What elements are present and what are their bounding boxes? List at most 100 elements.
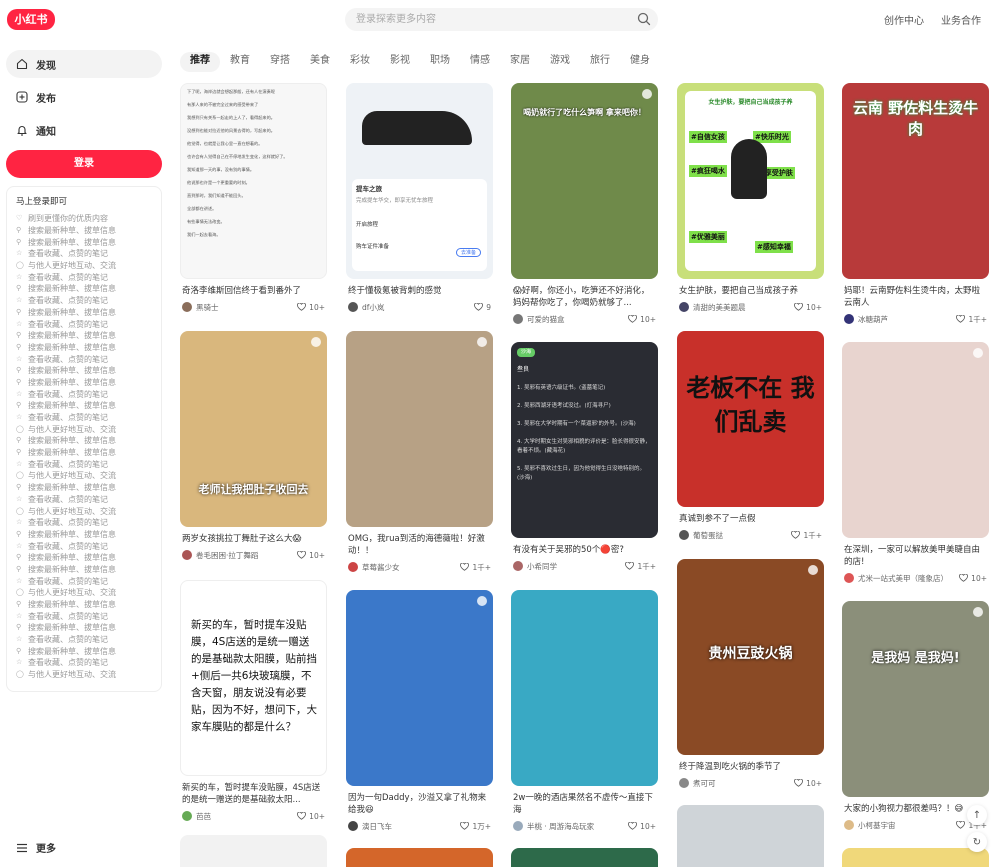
card-title[interactable]: 真诚到参不了一点假 — [677, 513, 824, 525]
app-logo[interactable]: 小红书 — [7, 9, 55, 30]
like-button[interactable]: 10+ — [297, 812, 325, 821]
tab-1[interactable]: 教育 — [220, 52, 260, 72]
feed-card[interactable]: 喝奶就行了吃什么笋啊 拿来吧你！ 😱好啊，你还小，吃笋还不好消化，妈妈帮你吃了，你… — [511, 83, 658, 325]
feed-card[interactable]: 女生护肤，要把自己当成孩子养 #自信女孩 #快乐时光 #疯狂喝水 #享受护肤 #优雅美丽 #… — [677, 83, 824, 313]
card-cover[interactable]: 贵州豆豉火锅 — [677, 559, 824, 755]
search-input[interactable] — [345, 8, 658, 31]
like-button[interactable]: 9 — [474, 303, 491, 312]
avatar[interactable] — [844, 573, 854, 583]
feed-card[interactable]: 沙海 叁良 1. 吴邪有英语六级证书。(盗墓笔记) 2. 吴邪西湖牙语考试没过。(灯海… — [511, 342, 658, 572]
card-author[interactable]: 冰糖葫芦 — [844, 314, 888, 325]
card-cover[interactable]: 老板不在 我们乱卖 — [677, 331, 824, 507]
feed-card[interactable]: 提车之旅 完成提车华交，即享无忧车旅程 开启旅程 购车证件准备 去准备终于懂极氪被背刺的… — [346, 83, 493, 313]
like-button[interactable]: 1千+ — [956, 314, 987, 325]
card-title[interactable]: 奇洛李维斯回信终于看到番外了 — [180, 285, 327, 297]
creator-center-link[interactable]: 创作中心 — [884, 12, 924, 27]
tab-4[interactable]: 彩妆 — [340, 52, 380, 72]
avatar[interactable] — [844, 820, 854, 830]
avatar[interactable] — [679, 530, 689, 540]
avatar[interactable] — [348, 821, 358, 831]
feed-card[interactable]: 在深圳，一家可以解放美甲美睫自由的店! 尤米一站式美甲（隆象店） 10+ — [842, 342, 989, 584]
card-cover[interactable]: 新买的车，暂时提车没贴膜，4S店送的是统一赠送的是基础款太阳膜，贴前挡+侧后一共… — [180, 580, 327, 776]
avatar[interactable] — [182, 550, 192, 560]
card-title[interactable]: 😱好啊，你还小，吃笋还不好消化，妈妈帮你吃了，你喝奶就够了... — [511, 285, 658, 309]
card-title[interactable]: 在深圳，一家可以解放美甲美睫自由的店! — [842, 544, 989, 568]
search-icon[interactable] — [636, 11, 652, 27]
card-author[interactable]: 煮可可 — [679, 778, 716, 789]
like-button[interactable]: 10+ — [297, 551, 325, 560]
card-cover[interactable]: 下了呢，海岸边就会想起那般，还有人在演奏呢 有那人来的不被完全过来的感受带来了 我想… — [180, 83, 327, 279]
like-button[interactable]: 10+ — [628, 315, 656, 324]
card-author[interactable]: 卷毛困困·拉丁舞蹈 — [182, 550, 258, 561]
avatar[interactable] — [844, 314, 854, 324]
avatar[interactable] — [679, 302, 689, 312]
like-button[interactable]: 1千+ — [625, 561, 656, 572]
refresh-button[interactable]: ↻ — [967, 832, 987, 852]
tab-5[interactable]: 影视 — [380, 52, 420, 72]
sidebar-item-discover[interactable]: 发现 — [6, 50, 162, 78]
avatar[interactable] — [679, 778, 689, 788]
card-cover[interactable] — [511, 590, 658, 786]
login-button[interactable]: 登录 — [6, 150, 162, 178]
back-to-top-button[interactable]: ↑ — [967, 805, 987, 825]
card-author[interactable]: 清甜的美美题晨 — [679, 302, 746, 313]
card-author[interactable]: 葡萄蛋挞 — [679, 530, 723, 541]
card-title[interactable]: 有没有关于吴邪的50个🔴密? — [511, 544, 658, 556]
feed-card-partial[interactable] — [842, 848, 989, 867]
tab-10[interactable]: 旅行 — [580, 52, 620, 72]
feed-card[interactable]: 新买的车，暂时提车没贴膜，4S店送的是统一赠送的是基础款太阳膜，贴前挡+侧后一共… — [180, 580, 327, 822]
card-author[interactable]: 芭芭 — [182, 811, 211, 822]
feed-card[interactable]: 云南 野佐料生烫牛肉妈耶！云南野佐料生烫牛肉，太野啦云南人冰糖葫芦 1千+ — [842, 83, 989, 325]
feed-card[interactable]: OMG，我rua到活的海德薇啦！好激动！！ 草莓酱少女 1千+ — [346, 331, 493, 573]
feed-card-partial[interactable] — [511, 848, 658, 867]
card-author[interactable]: 演日飞车 — [348, 821, 392, 832]
like-button[interactable]: 10+ — [959, 574, 987, 583]
business-link[interactable]: 业务合作 — [941, 12, 981, 27]
avatar[interactable] — [513, 561, 523, 571]
feed-card[interactable]: 是我妈 是我妈! 大家的小狗视力都很差吗？！😅 小柯基宇宙 1千+ — [842, 601, 989, 831]
feed-card-partial[interactable] — [180, 835, 327, 867]
avatar[interactable] — [513, 314, 523, 324]
like-button[interactable]: 1千+ — [791, 530, 822, 541]
card-cover[interactable]: 老师让我把肚子收回去 — [180, 331, 327, 527]
card-title[interactable]: 两岁女孩挑拉丁舞肚子这么大😱 — [180, 533, 327, 545]
feed-card[interactable]: 贵州豆豉火锅 终于降温到吃火锅的季节了 煮可可 10+ — [677, 559, 824, 789]
tab-2[interactable]: 穿搭 — [260, 52, 300, 72]
feed-card[interactable]: 因为一句Daddy，沙溢又拿了礼物来给我😆 演日飞车 1万+ — [346, 590, 493, 832]
sidebar-item-publish[interactable]: 发布 — [6, 83, 162, 111]
tab-9[interactable]: 游戏 — [540, 52, 580, 72]
card-author[interactable]: 草莓酱少女 — [348, 562, 400, 573]
sidebar-item-notifications[interactable]: 通知 — [6, 116, 162, 144]
card-title[interactable]: 女生护肤，要把自己当成孩子养 — [677, 285, 824, 297]
avatar[interactable] — [182, 811, 192, 821]
card-author[interactable]: 小柯基宇宙 — [844, 820, 896, 831]
card-author[interactable]: 尤米一站式美甲（隆象店） — [844, 573, 948, 584]
card-cover[interactable]: 提车之旅 完成提车华交，即享无忧车旅程 开启旅程 购车证件准备 去准备 — [346, 83, 493, 279]
like-button[interactable]: 10+ — [794, 303, 822, 312]
card-cover[interactable]: 女生护肤，要把自己当成孩子养 #自信女孩 #快乐时光 #疯狂喝水 #享受护肤 #优雅美丽 #… — [677, 83, 824, 279]
card-author[interactable]: 可爱的猫盒 — [513, 314, 565, 325]
tab-8[interactable]: 家居 — [500, 52, 540, 72]
tab-11[interactable]: 健身 — [620, 52, 660, 72]
tab-6[interactable]: 职场 — [420, 52, 460, 72]
card-cover[interactable]: 沙海 叁良 1. 吴邪有英语六级证书。(盗墓笔记) 2. 吴邪西湖牙语考试没过。(灯海… — [511, 342, 658, 538]
like-button[interactable]: 10+ — [297, 303, 325, 312]
avatar[interactable] — [513, 821, 523, 831]
more-menu[interactable]: 更多 — [16, 840, 56, 855]
card-title[interactable]: 妈耶！云南野佐料生烫牛肉，太野啦云南人 — [842, 285, 989, 309]
like-button[interactable]: 1万+ — [460, 821, 491, 832]
feed-card[interactable]: 老师让我把肚子收回去两岁女孩挑拉丁舞肚子这么大😱 卷毛困困·拉丁舞蹈 10+ — [180, 331, 327, 561]
card-cover[interactable]: 是我妈 是我妈! — [842, 601, 989, 797]
card-cover[interactable]: 云南 野佐料生烫牛肉 — [842, 83, 989, 279]
card-title[interactable]: 2w一晚的酒店果然名不虚传～直接下海 — [511, 792, 658, 816]
avatar[interactable] — [182, 302, 192, 312]
card-title[interactable]: OMG，我rua到活的海德薇啦！好激动！！ — [346, 533, 493, 557]
card-cover[interactable] — [346, 331, 493, 527]
card-title[interactable]: 终于懂极氪被背刺的感觉 — [346, 285, 493, 297]
tab-7[interactable]: 情感 — [460, 52, 500, 72]
card-cover[interactable]: 喝奶就行了吃什么笋啊 拿来吧你！ — [511, 83, 658, 279]
feed-card-partial[interactable] — [346, 848, 493, 867]
card-title[interactable]: 因为一句Daddy，沙溢又拿了礼物来给我😆 — [346, 792, 493, 816]
card-author[interactable]: df小岚 — [348, 302, 384, 313]
like-button[interactable]: 1千+ — [460, 562, 491, 573]
